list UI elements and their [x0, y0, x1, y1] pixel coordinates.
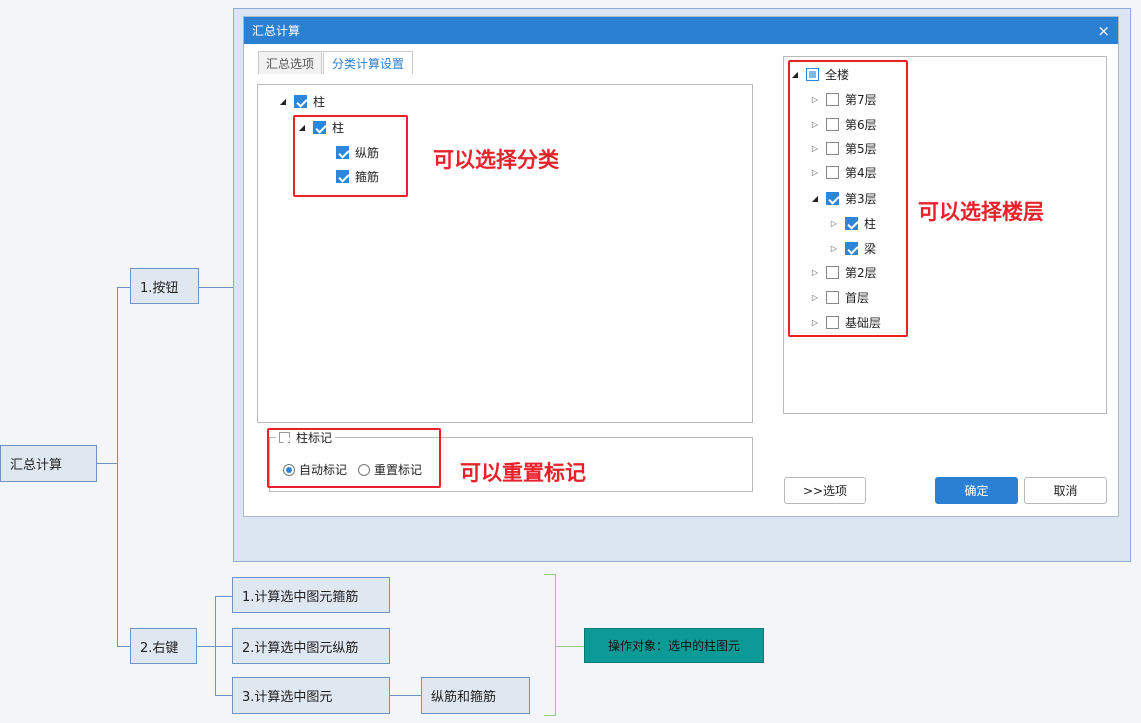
connector-branch2: [117, 646, 130, 647]
connector-root: [97, 463, 117, 464]
sub-longbar-node[interactable]: 2.计算选中图元纵筋: [232, 628, 390, 664]
ok-button[interactable]: 确定: [935, 477, 1018, 504]
branch-rightclick-node[interactable]: 2.右键: [130, 628, 197, 664]
connector-branch1: [117, 287, 130, 288]
connector-sub2: [215, 646, 232, 647]
options-button[interactable]: >>选项: [784, 477, 866, 504]
connector-sub1: [215, 596, 232, 597]
connector-sub3: [215, 695, 232, 696]
branch-button-node[interactable]: 1.按钮: [130, 268, 199, 304]
dialog-title: 汇总计算: [252, 24, 301, 38]
operation-target-note[interactable]: 操作对象：选中的柱图元: [584, 628, 764, 663]
summary-bracket-stem: [556, 646, 584, 647]
connector-trunk: [117, 287, 118, 647]
close-icon[interactable]: ×: [1097, 22, 1110, 40]
dialog-titlebar: 汇总计算 ×: [244, 17, 1118, 44]
expand-arrow-icon[interactable]: ◢: [278, 97, 288, 106]
sub-stirrup-node[interactable]: 1.计算选中图元箍筋: [232, 577, 390, 613]
cancel-button[interactable]: 取消: [1024, 477, 1107, 504]
root-node[interactable]: 汇总计算: [0, 445, 97, 482]
connector-sub3-child: [390, 695, 421, 696]
annotation-category: 可以选择分类: [433, 148, 559, 172]
checkbox-checked-icon[interactable]: [294, 95, 307, 108]
summary-bracket: [544, 574, 556, 716]
tree-row-column-root[interactable]: ◢ 柱: [278, 93, 325, 110]
annotation-floor: 可以选择楼层: [918, 200, 1044, 224]
tree-label: 柱: [313, 95, 326, 109]
sub-element-child-node[interactable]: 纵筋和箍筋: [421, 677, 530, 714]
connector-to-screenshot: [199, 287, 233, 288]
connector-branch2-out: [197, 646, 215, 647]
tab-category-settings[interactable]: 分类计算设置: [323, 51, 413, 74]
annotation-reset: 可以重置标记: [460, 461, 586, 485]
annotation-box-category: [293, 115, 408, 197]
tab-summary-options[interactable]: 汇总选项: [258, 51, 322, 74]
annotation-box-floor: [788, 60, 908, 337]
annotation-box-reset: [267, 428, 441, 488]
sub-element-node[interactable]: 3.计算选中图元: [232, 677, 390, 714]
